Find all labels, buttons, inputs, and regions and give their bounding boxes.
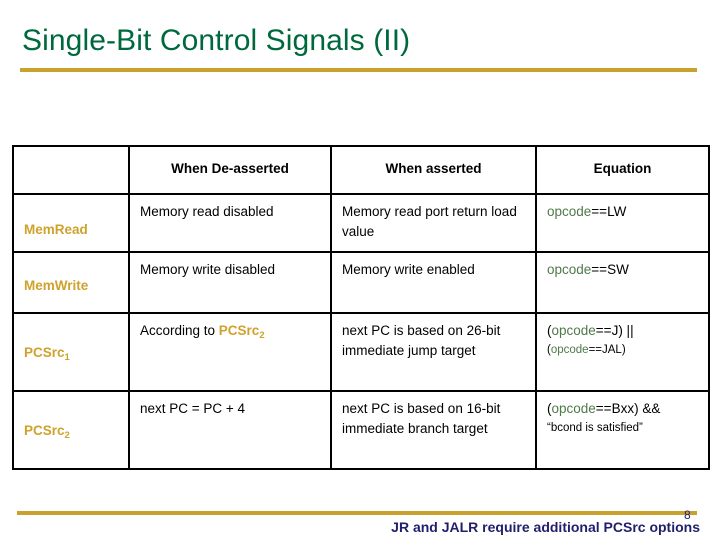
equation-line-2: (opcode==JAL) [547, 344, 626, 356]
equation-cell: opcode==SW [535, 251, 710, 314]
table-row: MemRead Memory read disabled Memory read… [12, 193, 710, 253]
opcode-keyword: opcode [547, 204, 592, 219]
opcode-keyword: opcode [551, 401, 596, 416]
asserted-text: Memory read port return load value [342, 204, 517, 239]
asserted-cell: Memory write enabled [330, 251, 537, 314]
header-cell-signal [12, 145, 130, 195]
deasserted-cell: Memory read disabled [128, 193, 332, 253]
equation-text: (opcode==Bxx) && “bcond is satisfied” [537, 392, 708, 445]
deasserted-cell: next PC = PC + 4 [128, 390, 332, 470]
deasserted-cell: Memory write disabled [128, 251, 332, 314]
header-label-signal [14, 147, 128, 159]
asserted-cell: next PC is based on 26-bit immediate jum… [330, 312, 537, 392]
equation-cell: opcode==LW [535, 193, 710, 253]
deasserted-cell: According to PCSrc2 [128, 312, 332, 392]
signal-name-cell: MemWrite [12, 251, 130, 314]
asserted-cell: Memory read port return load value [330, 193, 537, 253]
signal-label: MemRead [24, 222, 88, 237]
signal-name-cell: PCSrc1 [12, 312, 130, 392]
table-row: MemWrite Memory write disabled Memory wr… [12, 251, 710, 314]
equation-line-1: opcode==SW [547, 262, 629, 277]
header-label-equation: Equation [593, 161, 652, 176]
header-label-deasserted: When De-asserted [171, 161, 289, 176]
table-header-row: When De-asserted When asserted Equation [12, 145, 710, 195]
opcode-keyword: opcode [550, 344, 589, 356]
footer-divider [17, 511, 697, 515]
asserted-text: Memory write enabled [342, 262, 475, 277]
control-signals-table: When De-asserted When asserted Equation … [12, 145, 710, 470]
title-divider [20, 68, 697, 72]
opcode-keyword: opcode [547, 262, 592, 277]
header-label-asserted: When asserted [385, 161, 482, 176]
header-cell-equation: Equation [535, 145, 710, 195]
asserted-text: next PC is based on 16-bit immediate bra… [342, 401, 501, 436]
equation-line-2: “bcond is satisfied” [547, 422, 643, 434]
table-row: PCSrc1 According to PCSrc2 next PC is ba… [12, 312, 710, 392]
page-title: Single-Bit Control Signals (II) [22, 24, 411, 57]
asserted-cell: next PC is based on 16-bit immediate bra… [330, 390, 537, 470]
deasserted-text: Memory write disabled [140, 262, 276, 277]
signal-label: MemWrite [24, 278, 89, 293]
deasserted-text: According to PCSrc2 [140, 323, 265, 341]
equation-line-1: (opcode==Bxx) && [547, 401, 661, 416]
header-cell-deasserted: When De-asserted [128, 145, 332, 195]
header-cell-asserted: When asserted [330, 145, 537, 195]
inline-signal-ref: PCSrc2 [218, 323, 265, 341]
signal-label: PCSrc2 [24, 423, 70, 441]
deasserted-text: next PC = PC + 4 [140, 401, 246, 416]
asserted-text: next PC is based on 26-bit immediate jum… [342, 323, 501, 358]
equation-cell: (opcode==J) || (opcode==JAL) [535, 312, 710, 392]
opcode-keyword: opcode [551, 323, 596, 338]
equation-cell: (opcode==Bxx) && “bcond is satisfied” [535, 390, 710, 470]
signal-name-cell: MemRead [12, 193, 130, 253]
equation-text: (opcode==J) || (opcode==JAL) [537, 314, 708, 367]
equation-line-1: opcode==LW [547, 204, 627, 219]
deasserted-text: Memory read disabled [140, 204, 274, 219]
equation-text: opcode==SW [537, 253, 708, 287]
signal-name-cell: PCSrc2 [12, 390, 130, 470]
equation-line-1: (opcode==J) || [547, 323, 634, 338]
footer-note: JR and JALR require additional PCSrc opt… [391, 519, 700, 535]
table-row: PCSrc2 next PC = PC + 4 next PC is based… [12, 390, 710, 470]
signal-label: PCSrc1 [24, 345, 70, 363]
equation-text: opcode==LW [537, 195, 708, 229]
